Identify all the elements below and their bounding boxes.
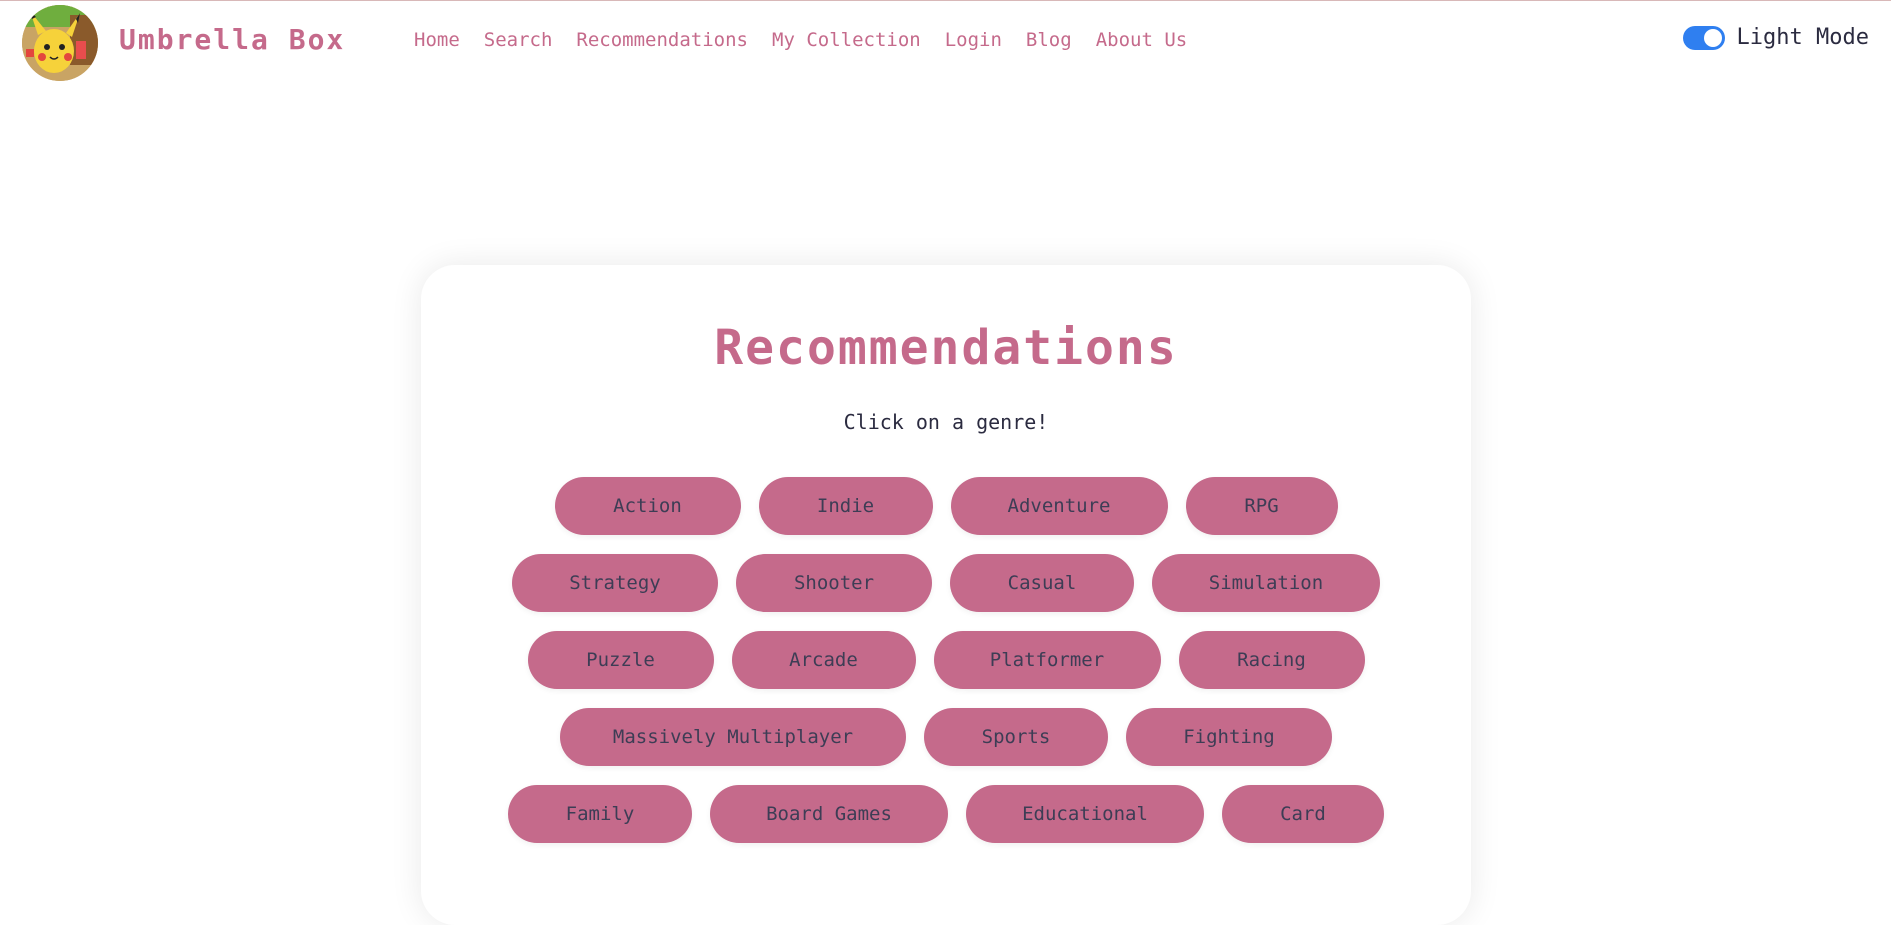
genre-row: Massively Multiplayer Sports Fighting xyxy=(421,708,1471,766)
nav-about-us-link[interactable]: About Us xyxy=(1096,29,1188,51)
genre-row: Family Board Games Educational Card xyxy=(421,785,1471,843)
theme-toggle-switch[interactable] xyxy=(1682,25,1725,50)
genre-action-button[interactable]: Action xyxy=(554,477,741,535)
brand-name[interactable]: Umbrella Box xyxy=(119,23,345,56)
genre-fighting-button[interactable]: Fighting xyxy=(1126,708,1332,766)
recommendations-card: Recommendations Click on a genre! Action… xyxy=(421,265,1471,925)
genre-rpg-button[interactable]: RPG xyxy=(1185,477,1338,535)
genre-sports-button[interactable]: Sports xyxy=(924,708,1108,766)
genre-massively-multiplayer-button[interactable]: Massively Multiplayer xyxy=(560,708,906,766)
nav-recommendations-link[interactable]: Recommendations xyxy=(576,29,748,51)
genre-platformer-button[interactable]: Platformer xyxy=(933,631,1161,689)
genre-board-games-button[interactable]: Board Games xyxy=(710,785,948,843)
genre-simulation-button[interactable]: Simulation xyxy=(1152,554,1380,612)
genre-row: Strategy Shooter Casual Simulation xyxy=(421,554,1471,612)
theme-toggle-label: Light Mode xyxy=(1736,25,1869,50)
theme-toggle-group: Light Mode xyxy=(1682,25,1869,50)
nav-my-collection-link[interactable]: My Collection xyxy=(772,29,921,51)
main-nav: Home Search Recommendations My Collectio… xyxy=(414,29,1211,51)
page-title: Recommendations xyxy=(714,320,1178,376)
nav-login-link[interactable]: Login xyxy=(945,29,1002,51)
genre-racing-button[interactable]: Racing xyxy=(1178,631,1365,689)
genre-casual-button[interactable]: Casual xyxy=(950,554,1134,612)
genre-row: Puzzle Arcade Platformer Racing xyxy=(421,631,1471,689)
top-navbar: Umbrella Box Home Search Recommendations… xyxy=(0,0,1891,81)
toggle-knob xyxy=(1703,28,1722,47)
logo-avatar-icon[interactable] xyxy=(22,5,98,81)
nav-home-link[interactable]: Home xyxy=(414,29,460,51)
genre-family-button[interactable]: Family xyxy=(508,785,692,843)
nav-search-link[interactable]: Search xyxy=(484,29,553,51)
genre-row: Action Indie Adventure RPG xyxy=(421,477,1471,535)
page-subtitle: Click on a genre! xyxy=(843,410,1049,434)
genre-adventure-button[interactable]: Adventure xyxy=(950,477,1168,535)
genre-strategy-button[interactable]: Strategy xyxy=(512,554,718,612)
genre-arcade-button[interactable]: Arcade xyxy=(731,631,916,689)
genre-educational-button[interactable]: Educational xyxy=(966,785,1204,843)
nav-blog-link[interactable]: Blog xyxy=(1026,29,1072,51)
genre-puzzle-button[interactable]: Puzzle xyxy=(527,631,714,689)
genre-shooter-button[interactable]: Shooter xyxy=(736,554,932,612)
genre-indie-button[interactable]: Indie xyxy=(758,477,933,535)
genre-card-button[interactable]: Card xyxy=(1222,785,1384,843)
genre-grid: Action Indie Adventure RPG Strategy Shoo… xyxy=(421,477,1471,862)
